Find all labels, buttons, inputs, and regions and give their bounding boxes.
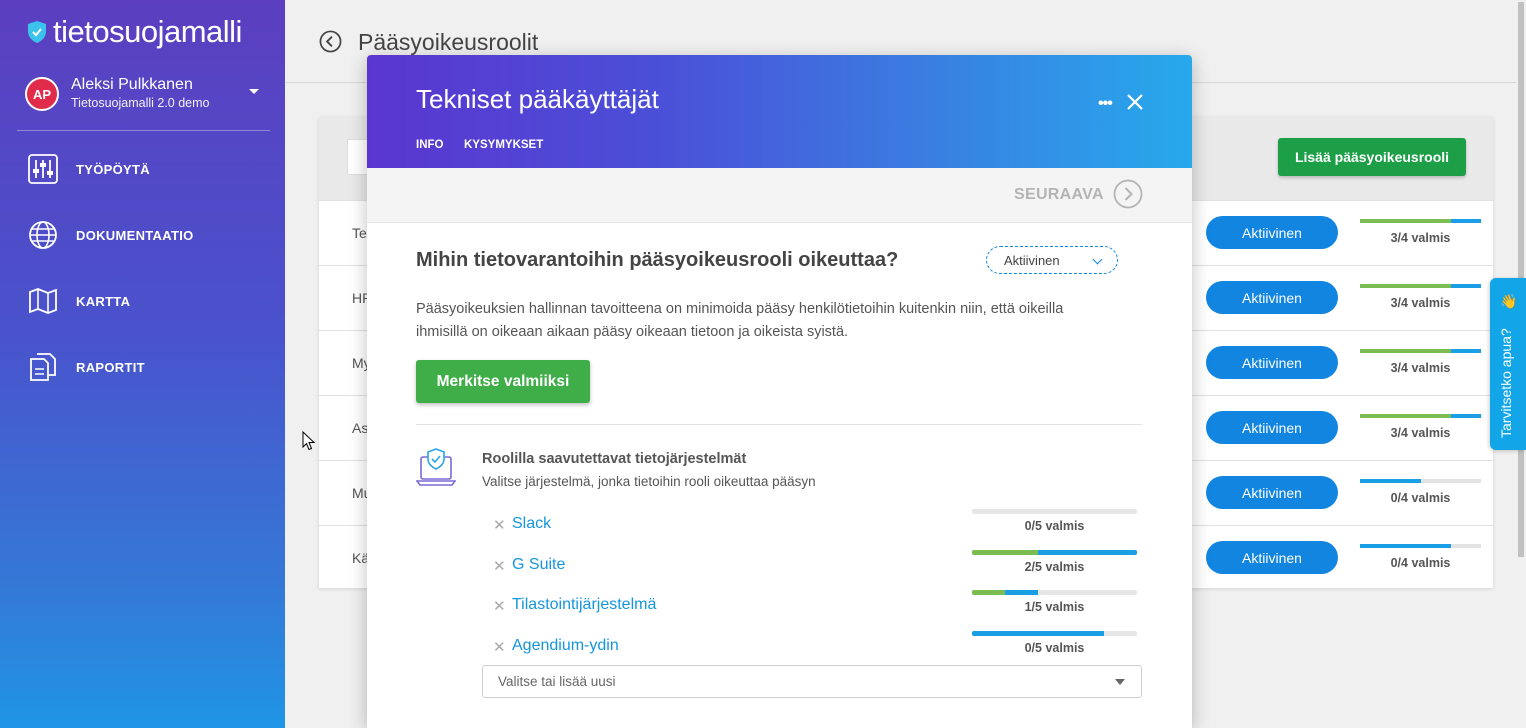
sidebar-item-raportit[interactable]: RAPORTIT (28, 352, 145, 382)
role-modal: Tekniset pääkäyttäjät ••• INFO KYSYMYKSE… (367, 55, 1192, 728)
progress-bar (1360, 479, 1481, 483)
progress-bar (972, 509, 1137, 514)
user-org: Tietosuojamalli 2.0 demo (71, 96, 210, 110)
user-menu[interactable]: AP Aleksi Pulkkanen Tietosuojamalli 2.0 … (17, 66, 270, 131)
status-button[interactable]: Aktiivinen (1206, 346, 1338, 379)
sidebar-item-label: TYÖPÖYTÄ (76, 161, 150, 177)
caret-down-icon[interactable] (1115, 679, 1125, 685)
system-row: ✕ G Suite 2/5 valmis (482, 549, 1142, 590)
progress-label: 0/4 valmis (1390, 556, 1451, 570)
chevron-right-icon[interactable] (1113, 179, 1143, 209)
remove-icon[interactable]: ✕ (493, 638, 506, 656)
progress-label: 0/5 valmis (1024, 519, 1085, 533)
progress-bar (1360, 544, 1481, 548)
progress-bar (1360, 349, 1481, 353)
system-link[interactable]: Agendium-ydin (512, 637, 619, 655)
laptop-shield-icon (416, 448, 456, 486)
remove-icon[interactable]: ✕ (493, 516, 506, 534)
status-button[interactable]: Aktiivinen (1206, 411, 1338, 444)
row-name: As (352, 420, 369, 436)
system-link[interactable]: G Suite (512, 556, 565, 574)
status-button[interactable]: Aktiivinen (1206, 281, 1338, 314)
map-icon (29, 288, 57, 314)
avatar: AP (25, 77, 59, 111)
sidebar: tietosuojamalli AP Aleksi Pulkkanen Tiet… (0, 0, 285, 728)
next-button-label[interactable]: SEURAAVA (1014, 186, 1104, 204)
progress-label: 3/4 valmis (1390, 361, 1451, 375)
caret-down-icon[interactable] (249, 89, 259, 94)
sidebar-item-label: DOKUMENTAATIO (76, 227, 194, 243)
sidebar-item-dokumentaatio[interactable]: DOKUMENTAATIO (28, 220, 194, 250)
system-select-input[interactable]: Valitse tai lisää uusi (482, 665, 1142, 698)
systems-title: Roolilla saavutettavat tietojärjestelmät (482, 451, 747, 467)
user-name: Aleksi Pulkkanen (71, 76, 193, 93)
status-button[interactable]: Aktiivinen (1206, 216, 1338, 249)
tab-info[interactable]: INFO (416, 139, 443, 151)
progress-label: 3/4 valmis (1390, 296, 1451, 310)
question-title: Mihin tietovarantoihin pääsyoikeusrooli … (416, 249, 899, 271)
sidebar-item-kartta[interactable]: KARTTA (28, 286, 130, 316)
globe-icon (29, 221, 57, 249)
next-bar: SEURAAVA (367, 168, 1192, 223)
wave-emoji-icon: 👋 (1500, 293, 1518, 309)
progress-bar (1360, 414, 1481, 418)
progress-label: 2/5 valmis (1024, 559, 1085, 574)
progress-label: 3/4 valmis (1390, 231, 1451, 245)
shield-logo-icon (28, 21, 46, 43)
mouse-cursor-icon (302, 431, 315, 451)
mark-done-button[interactable]: Merkitse valmiiksi (416, 360, 590, 403)
system-select-placeholder: Valitse tai lisää uusi (498, 674, 616, 689)
sliders-icon (28, 154, 58, 184)
close-icon[interactable] (1125, 92, 1145, 112)
progress-label: 0/4 valmis (1390, 491, 1451, 505)
progress-bar (972, 549, 1137, 555)
status-button[interactable]: Aktiivinen (1206, 476, 1338, 509)
status-select[interactable]: Aktiivinen (986, 246, 1118, 274)
remove-icon[interactable]: ✕ (493, 557, 506, 575)
logo[interactable]: tietosuojamalli (27, 14, 242, 50)
divider (416, 424, 1142, 425)
back-arrow-icon[interactable] (319, 30, 342, 53)
question-description: Pääsyoikeuksien hallinnan tavoitteena on… (416, 301, 1064, 340)
progress-bar (972, 630, 1137, 636)
progress-label: 0/5 valmis (1024, 640, 1085, 655)
help-tab[interactable]: 👋 Tarvitsetko apua? (1490, 278, 1526, 450)
progress-label: 3/4 valmis (1390, 426, 1451, 440)
chevron-down-icon (1092, 254, 1103, 265)
status-select-value: Aktiivinen (1004, 252, 1060, 268)
add-role-button[interactable]: Lisää pääsyoikeusrooli (1278, 138, 1466, 176)
progress-bar (1360, 219, 1481, 223)
remove-icon[interactable]: ✕ (493, 597, 506, 615)
system-row: ✕ Tilastointijärjestelmä 1/5 valmis (482, 590, 1142, 630)
page-title: Pääsyoikeusroolit (358, 29, 539, 55)
modal-title: Tekniset pääkäyttäjät (416, 84, 659, 114)
sidebar-item-label: KARTTA (76, 293, 131, 309)
tab-kysymykset[interactable]: KYSYMYKSET (464, 139, 543, 151)
help-label: Tarvitsetko apua? (1498, 328, 1514, 438)
system-row: ✕ Slack 0/5 valmis (482, 509, 1142, 549)
sidebar-item-tyopoyta[interactable]: TYÖPÖYTÄ (28, 154, 150, 184)
progress-label: 1/5 valmis (1024, 600, 1085, 614)
system-link[interactable]: Slack (512, 515, 551, 533)
system-link[interactable]: Tilastointijärjestelmä (512, 596, 656, 614)
more-options-icon[interactable]: ••• (1098, 95, 1113, 113)
modal-header: Tekniset pääkäyttäjät ••• INFO KYSYMYKSE… (367, 55, 1192, 168)
sidebar-item-label: RAPORTIT (76, 359, 145, 375)
systems-subtitle: Valitse järjestelmä, jonka tietoihin roo… (482, 474, 816, 489)
logo-text: tietosuojamalli (53, 14, 242, 49)
progress-bar (1360, 284, 1481, 288)
documents-icon (30, 353, 56, 381)
status-button[interactable]: Aktiivinen (1206, 541, 1338, 574)
row-name: Te (352, 225, 367, 241)
progress-bar (972, 590, 1137, 595)
